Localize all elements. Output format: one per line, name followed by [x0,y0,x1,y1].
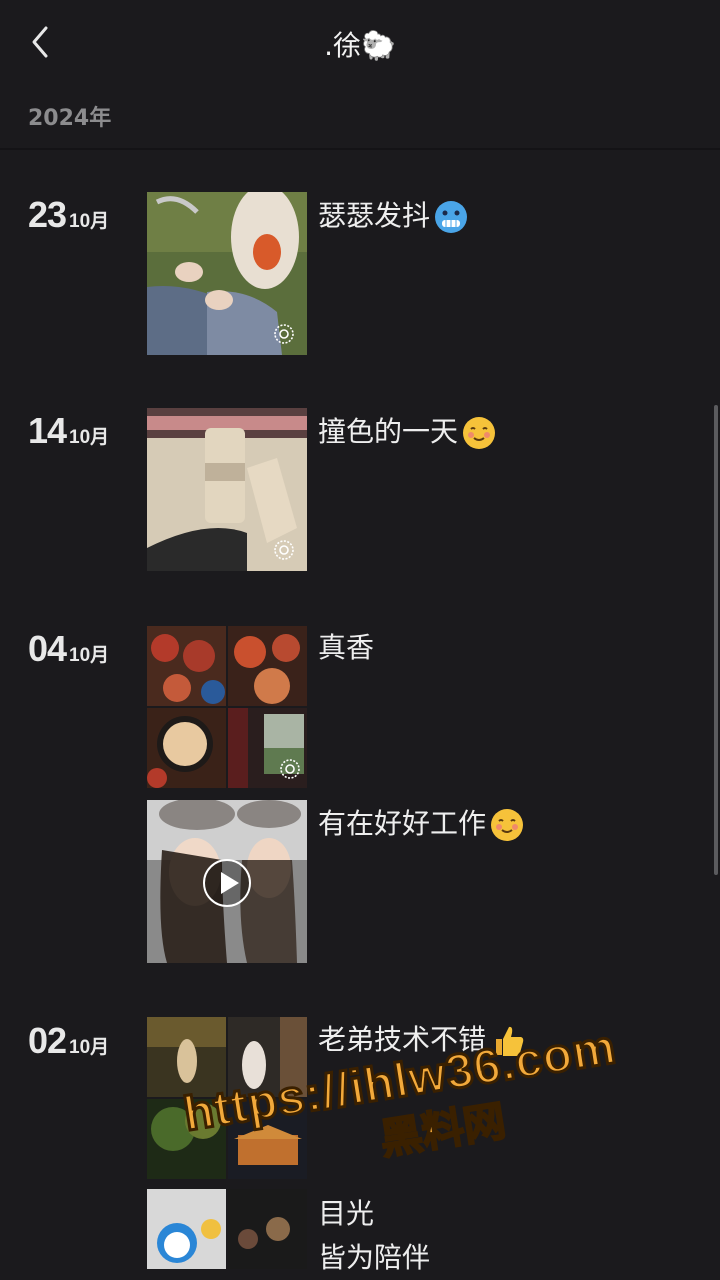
post-caption-text: 有在好好工作 [318,807,487,840]
post-video-thumbnail[interactable] [147,800,307,963]
entry-day: 14 [28,410,67,451]
post-caption-text: 瑟瑟发抖 [318,199,431,232]
entry-month: 10月 [69,211,110,232]
post-caption[interactable]: 撞色的一天 [318,410,496,450]
entry-day: 02 [28,1020,67,1061]
entry-date: 14 10月 [28,410,109,452]
entry-day: 04 [28,628,67,669]
grid-photo[interactable] [147,1189,226,1269]
entry-month: 10月 [69,1037,110,1058]
post-caption-text: 撞色的一天 [318,415,459,448]
post-caption[interactable]: 真香 [318,626,374,666]
grid-photo[interactable] [147,708,226,788]
live-photo-icon [274,324,294,344]
page-title: .徐🐑 [324,29,396,62]
post-caption[interactable]: 有在好好工作 [318,802,524,842]
grid-photo[interactable] [228,708,307,788]
smiling-face-icon [491,809,524,841]
entry-date: 02 10月 [28,1020,109,1062]
grid-photo[interactable] [147,626,226,706]
entry-month: 10月 [69,645,110,666]
post-thumbnail[interactable] [147,192,307,355]
entry-date: 04 10月 [28,628,109,670]
freezing-face-icon [435,201,468,233]
header-divider [0,148,720,150]
post-caption[interactable]: 瑟瑟发抖 [318,194,468,234]
entry-date: 23 10月 [28,194,109,236]
post-photo-grid[interactable] [147,626,307,789]
header-bar: .徐🐑 2024年 [0,0,720,150]
entry-day: 23 [28,194,67,235]
year-label: 2024年 [28,106,112,131]
post-thumbnail[interactable] [147,408,307,571]
play-icon[interactable] [202,858,252,908]
grid-photo[interactable] [228,1189,307,1269]
live-photo-icon [280,759,300,779]
grid-photo[interactable] [228,626,307,706]
smiling-face-icon [463,417,496,449]
post-caption[interactable]: 皆为陪伴 [318,1236,430,1276]
entry-month: 10月 [69,427,110,448]
post-caption[interactable]: 目光 [318,1192,374,1232]
live-photo-icon [274,540,294,560]
scrollbar[interactable] [714,405,718,875]
